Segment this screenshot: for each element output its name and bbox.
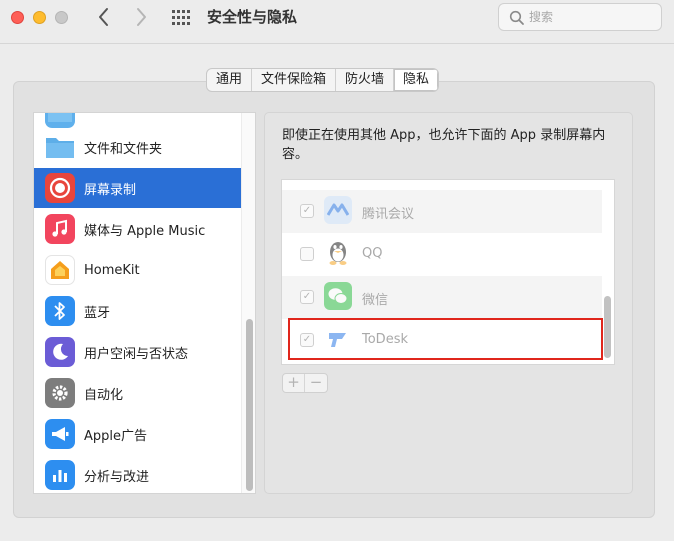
app-list-scroll-thumb[interactable] xyxy=(604,296,611,358)
sidebar-item-screen-recording[interactable]: 屏幕录制 xyxy=(34,168,241,208)
sidebar-item-label: HomeKit xyxy=(84,262,140,278)
app-name: 微信 xyxy=(362,293,389,308)
zoom-window-button[interactable] xyxy=(55,11,68,24)
sidebar-item-homekit[interactable]: HomeKit xyxy=(34,250,241,290)
sidebar-item-label: 屏幕录制 xyxy=(84,182,137,198)
tencent-meeting-icon xyxy=(324,196,352,224)
app-checkbox[interactable]: ✓ xyxy=(300,290,314,304)
app-checkbox[interactable] xyxy=(300,247,314,261)
chevron-right-icon xyxy=(137,8,146,26)
moon-icon xyxy=(45,337,75,367)
gear-icon xyxy=(45,378,75,408)
chevron-left-icon xyxy=(99,8,108,26)
tab-firewall[interactable]: 防火墙 xyxy=(336,69,395,91)
show-all-button[interactable] xyxy=(172,10,190,26)
add-remove-control: + − xyxy=(282,373,328,393)
sidebar-item-label: Apple广告 xyxy=(84,428,148,444)
sidebar-scroll-thumb[interactable] xyxy=(246,319,253,491)
app-name: 腾讯会议 xyxy=(362,207,415,222)
close-window-button[interactable] xyxy=(11,11,24,24)
sidebar-item-label: 蓝牙 xyxy=(84,305,111,321)
back-button[interactable] xyxy=(93,6,115,30)
app-checkbox[interactable]: ✓ xyxy=(300,204,314,218)
remove-app-button[interactable]: − xyxy=(305,374,327,392)
music-note-icon xyxy=(45,214,75,244)
privacy-category-list[interactable]: 文件和文件夹 屏幕录制 媒体与 Apple Music HomeKit 蓝牙 用… xyxy=(33,112,256,494)
tab-filevault[interactable]: 文件保险箱 xyxy=(252,69,337,91)
bar-chart-icon xyxy=(45,460,75,490)
folder-icon xyxy=(45,132,75,162)
app-name: QQ xyxy=(362,246,383,261)
permission-description: 即使正在使用其他 App，也允许下面的 App 录制屏幕内容。 xyxy=(282,128,606,162)
sidebar-item-idle-status[interactable]: 用户空闲与否状态 xyxy=(34,332,241,372)
sidebar-item-label: 用户空闲与否状态 xyxy=(84,346,189,362)
sidebar-item-files-folders[interactable]: 文件和文件夹 xyxy=(34,127,241,167)
tab-bar: 通用 文件保险箱 防火墙 隐私 xyxy=(206,68,440,92)
qq-penguin-icon xyxy=(324,239,352,267)
sidebar-item-label: 自动化 xyxy=(84,387,124,403)
folder-icon xyxy=(45,113,75,128)
forward-button[interactable] xyxy=(130,6,152,30)
tab-general[interactable]: 通用 xyxy=(207,69,253,91)
sidebar-item-label: 媒体与 Apple Music xyxy=(84,223,206,239)
home-icon xyxy=(45,255,75,285)
bluetooth-icon xyxy=(45,296,75,326)
title-bar: 安全性与隐私 xyxy=(0,0,674,44)
search-icon xyxy=(509,10,524,25)
window-title: 安全性与隐私 xyxy=(207,8,298,26)
sidebar-item-bluetooth[interactable]: 蓝牙 xyxy=(34,291,241,331)
megaphone-icon xyxy=(45,419,75,449)
screen-record-icon xyxy=(45,173,75,203)
sidebar-item-apple-ads[interactable]: Apple广告 xyxy=(34,414,241,454)
list-item[interactable] xyxy=(282,180,602,190)
sidebar-item-media-apple-music[interactable]: 媒体与 Apple Music xyxy=(34,209,241,249)
sidebar-item-label: 文件和文件夹 xyxy=(84,141,163,157)
todesk-highlight-annotation xyxy=(288,318,603,360)
search-input[interactable] xyxy=(529,8,655,26)
sidebar-scrollbar[interactable] xyxy=(241,113,255,493)
list-item-qq[interactable]: QQ xyxy=(282,233,602,276)
grid-icon xyxy=(172,10,175,13)
tab-privacy[interactable]: 隐私 xyxy=(394,69,439,91)
minimize-window-button[interactable] xyxy=(33,11,46,24)
list-item-tencent-meeting[interactable]: ✓ 腾讯会议 xyxy=(282,190,602,233)
add-app-button[interactable]: + xyxy=(283,374,305,392)
list-item-wechat[interactable]: ✓ 微信 xyxy=(282,276,602,319)
search-box[interactable] xyxy=(498,3,662,31)
sidebar-item-automation[interactable]: 自动化 xyxy=(34,373,241,413)
sidebar-item-label: 分析与改进 xyxy=(84,469,150,485)
sidebar-item-analytics[interactable]: 分析与改进 xyxy=(34,455,241,493)
wechat-icon xyxy=(324,282,352,310)
